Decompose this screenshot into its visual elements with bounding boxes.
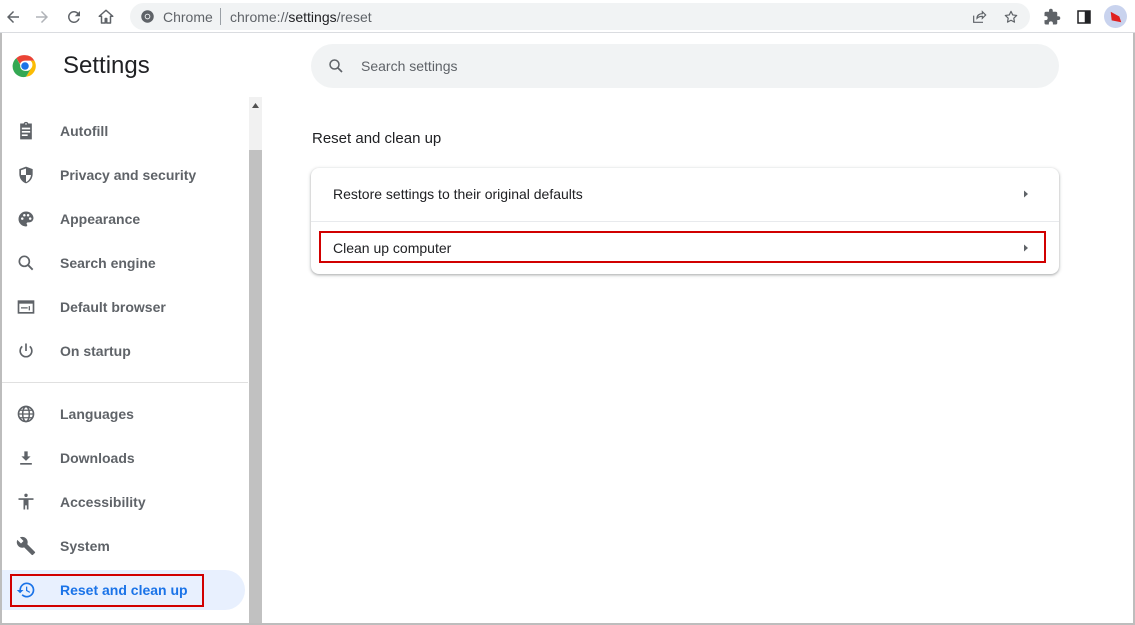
- arrow-right-icon: [1024, 190, 1028, 198]
- sidebar-item-accessibility[interactable]: Accessibility: [2, 482, 245, 522]
- sidebar-item-label: Default browser: [60, 299, 166, 315]
- url-host: settings: [288, 9, 337, 25]
- sidebar-item-downloads[interactable]: Downloads: [2, 438, 245, 478]
- avatar-image-icon: [1110, 11, 1122, 23]
- wrench-icon: [16, 536, 36, 556]
- highlight-box-clean-up: [319, 231, 1046, 263]
- extensions-button[interactable]: [1039, 4, 1065, 30]
- sidebar-item-label: Downloads: [60, 450, 135, 466]
- sidebar-item-languages[interactable]: Languages: [2, 394, 245, 434]
- search-input[interactable]: [361, 44, 1041, 88]
- sidebar-scrollbar-thumb[interactable]: [249, 150, 262, 623]
- sidebar-item-label: Languages: [60, 406, 134, 422]
- sidebar-item-label: Privacy and security: [60, 167, 197, 183]
- sidebar-item-label: Autofill: [60, 123, 109, 139]
- download-icon: [20, 451, 32, 465]
- reload-icon: [67, 10, 80, 23]
- search-icon: [329, 59, 343, 73]
- scroll-up-button[interactable]: [249, 99, 262, 111]
- share-icon: [973, 10, 987, 23]
- sidebar-item-autofill[interactable]: Autofill: [2, 111, 245, 151]
- chrome-logo-icon: [12, 55, 36, 78]
- url-text[interactable]: chrome://settings/reset: [230, 9, 372, 25]
- settings-sidebar: Autofill Privacy and security Appearance…: [2, 97, 248, 623]
- profile-avatar[interactable]: [1104, 5, 1127, 28]
- scroll-up-arrow-icon: [252, 102, 259, 108]
- sidebar-divider: [2, 382, 248, 383]
- reload-button[interactable]: [61, 4, 87, 30]
- sidebar-item-system[interactable]: System: [2, 526, 245, 566]
- sidebar-item-appearance[interactable]: Appearance: [2, 199, 245, 239]
- sidebar-item-on-startup[interactable]: On startup: [2, 331, 245, 371]
- url-prefix: chrome://: [230, 9, 289, 25]
- power-icon: [19, 343, 33, 358]
- sidebar-item-privacy-and-security[interactable]: Privacy and security: [2, 155, 245, 195]
- forward-icon: [36, 11, 48, 23]
- sidebar-item-label: Accessibility: [60, 494, 146, 510]
- forward-button[interactable]: [29, 4, 55, 30]
- extensions-icon: [1044, 8, 1061, 25]
- omnibox-separator: [220, 8, 221, 25]
- sidebar-item-label: On startup: [60, 343, 131, 359]
- side-panel-button[interactable]: [1071, 4, 1097, 30]
- sidebar-item-label: Appearance: [60, 211, 141, 227]
- section-title: Reset and clean up: [312, 130, 442, 147]
- restore-defaults-row[interactable]: Restore settings to their original defau…: [311, 168, 1059, 221]
- chrome-site-icon: [141, 10, 154, 23]
- palette-icon: [18, 211, 34, 227]
- sidebar-item-label: Search engine: [60, 255, 156, 271]
- browser-toolbar: Chrome chrome://settings/reset: [0, 0, 1135, 33]
- row-label: Restore settings to their original defau…: [333, 186, 583, 202]
- back-icon: [7, 11, 19, 23]
- bookmark-star-icon: [1004, 10, 1018, 23]
- accessibility-icon: [18, 493, 34, 510]
- search-settings-box[interactable]: [311, 44, 1059, 88]
- sidebar-item-default-browser[interactable]: Default browser: [2, 287, 245, 327]
- sidebar-item-search-engine[interactable]: Search engine: [2, 243, 245, 283]
- search-icon: [18, 255, 34, 271]
- clipboard-icon: [20, 121, 32, 140]
- browser-window-icon: [17, 300, 35, 314]
- bookmark-button[interactable]: [1000, 6, 1022, 28]
- highlight-box-sidebar: [10, 574, 204, 607]
- shield-icon: [19, 166, 33, 184]
- home-button[interactable]: [93, 4, 119, 30]
- globe-icon: [17, 405, 35, 423]
- address-bar[interactable]: Chrome chrome://settings/reset: [130, 3, 1030, 30]
- back-button[interactable]: [0, 4, 26, 30]
- page-title: Settings: [63, 52, 150, 79]
- url-path: /reset: [336, 9, 372, 25]
- site-chip: Chrome: [163, 9, 213, 25]
- side-panel-icon: [1077, 10, 1091, 24]
- sidebar-item-label: System: [60, 538, 110, 554]
- home-icon: [98, 9, 114, 24]
- share-button[interactable]: [968, 6, 990, 28]
